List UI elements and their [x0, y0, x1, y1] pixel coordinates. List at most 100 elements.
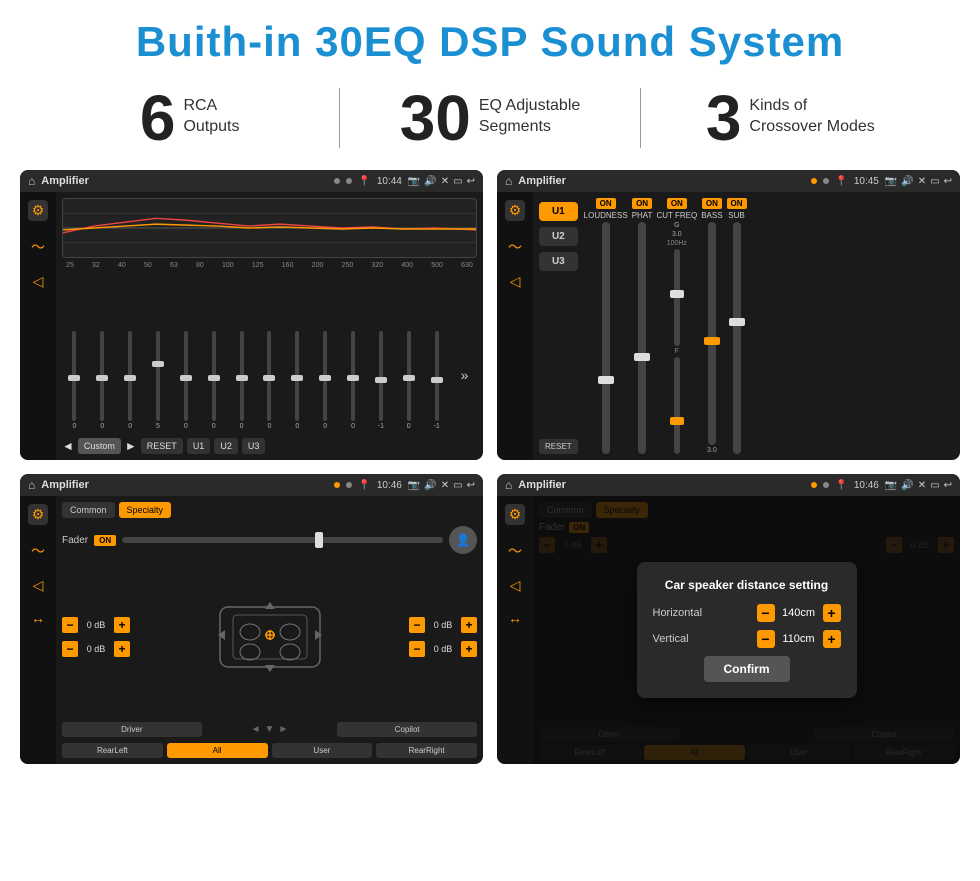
- down-arrow-icon[interactable]: ▼: [265, 724, 275, 735]
- loudness-on-badge[interactable]: ON: [596, 198, 616, 209]
- btn-all[interactable]: All: [167, 743, 268, 758]
- btn-user[interactable]: User: [272, 743, 373, 758]
- eq-slider-0[interactable]: 0: [62, 320, 87, 430]
- phat-label: PHAT: [632, 211, 653, 220]
- vertical-minus-btn[interactable]: −: [757, 630, 775, 648]
- home-icon[interactable]: ⌂: [28, 174, 35, 188]
- btn-rearright[interactable]: RearRight: [376, 743, 477, 758]
- eq-preset-u1[interactable]: U1: [187, 438, 211, 454]
- eq-forward-icon[interactable]: »: [452, 320, 477, 430]
- eq-prev-arrow[interactable]: ◄: [62, 439, 74, 453]
- eq-content: ⚙ 〜 ◁ 2: [20, 192, 483, 460]
- db-minus-br[interactable]: −: [409, 641, 425, 657]
- fader-sidebar-eq[interactable]: ⚙: [28, 504, 49, 525]
- cutfreq-on-badge[interactable]: ON: [667, 198, 687, 209]
- sub-slider[interactable]: [733, 222, 741, 454]
- btn-rearleft[interactable]: RearLeft: [62, 743, 163, 758]
- db-plus-bl[interactable]: +: [114, 641, 130, 657]
- stat-eq-number: 30: [400, 86, 471, 150]
- eq-slider-4[interactable]: 0: [173, 320, 198, 430]
- db-minus-bl[interactable]: −: [62, 641, 78, 657]
- eq-sidebar-wave[interactable]: 〜: [31, 237, 45, 257]
- eq-slider-6[interactable]: 0: [229, 320, 254, 430]
- eq-slider-10[interactable]: 0: [341, 320, 366, 430]
- amp-reset-btn[interactable]: RESET: [539, 439, 578, 454]
- eq-sidebar-equalizer[interactable]: ⚙: [28, 200, 49, 221]
- amp-preset-u3[interactable]: U3: [539, 252, 578, 271]
- stat-eq-label: EQ AdjustableSegments: [479, 86, 580, 138]
- fader-horizontal-slider[interactable]: [122, 537, 443, 543]
- sub-on-badge[interactable]: ON: [727, 198, 747, 209]
- confirm-button[interactable]: Confirm: [704, 656, 790, 682]
- fader-bottom-row2: RearLeft All User RearRight: [62, 743, 477, 758]
- eq-screen-title: Amplifier: [41, 175, 328, 187]
- tab-specialty[interactable]: Specialty: [119, 502, 172, 518]
- horizontal-plus-btn[interactable]: +: [823, 604, 841, 622]
- phat-on-badge[interactable]: ON: [632, 198, 652, 209]
- cutfreq-slider-g[interactable]: [674, 249, 680, 346]
- db-plus-tl[interactable]: +: [114, 617, 130, 633]
- eq-sidebar: ⚙ 〜 ◁: [20, 192, 56, 460]
- fader-home-icon[interactable]: ⌂: [28, 478, 35, 492]
- eq-slider-11[interactable]: -1: [368, 320, 393, 430]
- horizontal-minus-btn[interactable]: −: [757, 604, 775, 622]
- right-arrow-icon[interactable]: ►: [278, 724, 288, 735]
- eq-preset-reset[interactable]: RESET: [141, 438, 183, 454]
- loudness-slider[interactable]: [602, 222, 610, 454]
- amp-col-sub: ON SUB: [727, 198, 747, 454]
- eq-slider-8[interactable]: 0: [285, 320, 310, 430]
- dialog-main-area: Common Specialty Fader ON − 0 dB: [533, 496, 960, 764]
- eq-slider-7[interactable]: 0: [257, 320, 282, 430]
- fader-sidebar-arrows[interactable]: ↔: [31, 610, 45, 626]
- tab-common[interactable]: Common: [62, 502, 115, 518]
- amp-sidebar-wave[interactable]: 〜: [508, 237, 522, 257]
- vertical-plus-btn[interactable]: +: [823, 630, 841, 648]
- db-value-tr: 0 dB: [429, 620, 457, 630]
- horizontal-stepper: − 140cm +: [757, 604, 841, 622]
- eq-slider-1[interactable]: 0: [90, 320, 115, 430]
- fader-sidebar-vol[interactable]: ◁: [33, 577, 44, 594]
- eq-next-arrow[interactable]: ►: [125, 439, 137, 453]
- eq-slider-5[interactable]: 0: [201, 320, 226, 430]
- dialog-home-icon[interactable]: ⌂: [505, 478, 512, 492]
- left-arrow-icon[interactable]: ◄: [251, 724, 261, 735]
- db-minus-tr[interactable]: −: [409, 617, 425, 633]
- page-title: Buith-in 30EQ DSP Sound System: [0, 0, 980, 76]
- phat-slider[interactable]: [638, 222, 646, 454]
- db-plus-br[interactable]: +: [461, 641, 477, 657]
- bass-on-badge[interactable]: ON: [702, 198, 722, 209]
- eq-slider-13[interactable]: -1: [424, 320, 449, 430]
- eq-slider-9[interactable]: 0: [313, 320, 338, 430]
- dialog-sidebar-vol[interactable]: ◁: [510, 577, 521, 594]
- eq-slider-12[interactable]: 0: [396, 320, 421, 430]
- dialog-sidebar-wave[interactable]: 〜: [508, 541, 522, 561]
- btn-driver[interactable]: Driver: [62, 722, 202, 737]
- dialog-sidebar-arrows[interactable]: ↔: [508, 610, 522, 626]
- stat-divider-1: [339, 88, 340, 148]
- eq-preset-u3[interactable]: U3: [242, 438, 266, 454]
- cutfreq-slider-f[interactable]: [674, 357, 680, 454]
- fader-on-badge[interactable]: ON: [94, 535, 116, 546]
- btn-copilot[interactable]: Copilot: [337, 722, 477, 737]
- dialog-dot-active: [811, 482, 817, 488]
- amp-sidebar-vol[interactable]: ◁: [510, 273, 521, 290]
- amp-preset-u2[interactable]: U2: [539, 227, 578, 246]
- eq-slider-2[interactable]: 0: [118, 320, 143, 430]
- amp-col-loudness: ON LOUDNESS: [584, 198, 628, 454]
- eq-slider-3[interactable]: 5: [146, 320, 171, 430]
- eq-preset-u2[interactable]: U2: [214, 438, 238, 454]
- left-controls: − 0 dB + − 0 dB +: [62, 617, 130, 657]
- db-plus-tr[interactable]: +: [461, 617, 477, 633]
- amp-home-icon[interactable]: ⌂: [505, 174, 512, 188]
- eq-preset-custom[interactable]: Custom: [78, 438, 121, 454]
- amp-preset-u1[interactable]: U1: [539, 202, 578, 221]
- dialog-sidebar-eq[interactable]: ⚙: [505, 504, 526, 525]
- dialog-content: ⚙ 〜 ◁ ↔ Common Specialty Fader ON: [497, 496, 960, 764]
- stat-crossover: 3 Kinds ofCrossover Modes: [661, 86, 920, 150]
- eq-sidebar-volume[interactable]: ◁: [33, 273, 44, 290]
- dialog-screen-title: Amplifier: [518, 479, 805, 491]
- db-minus-tl[interactable]: −: [62, 617, 78, 633]
- fader-sidebar-wave[interactable]: 〜: [31, 541, 45, 561]
- bass-slider[interactable]: [708, 222, 716, 445]
- amp-sidebar-eq[interactable]: ⚙: [505, 200, 526, 221]
